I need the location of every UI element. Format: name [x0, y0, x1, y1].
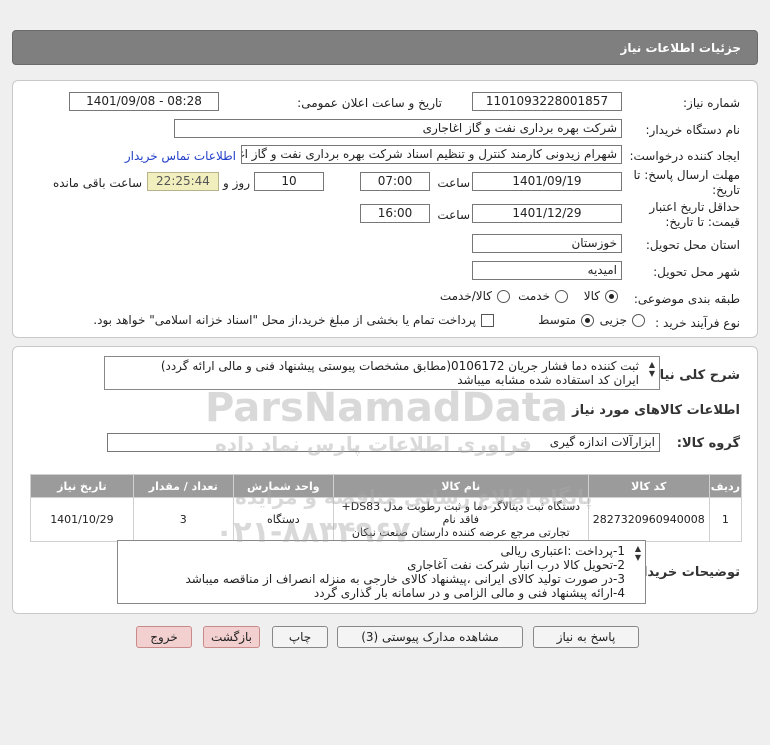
goods-group-field[interactable]: ابزارآلات اندازه گیری	[107, 433, 660, 452]
category-option-goods-service[interactable]: کالا/خدمت	[440, 289, 510, 303]
province-field[interactable]: خوزستان	[472, 234, 622, 253]
col-unit: واحد شمارش	[232, 474, 334, 498]
announce-field[interactable]: 1401/09/08 - 08:28	[69, 92, 219, 111]
buyer-contact-link[interactable]: اطلاعات تماس خریدار	[125, 149, 236, 163]
category-label: طبقه بندی موضوعی:	[633, 292, 740, 306]
view-documents-button[interactable]: مشاهده مدارک پیوستی (3)	[337, 626, 523, 648]
cell-name: دستگاه ثبت دیتالاگر دما و ثبت رطوبت مدل …	[332, 497, 589, 542]
category-goods-label: کالا	[583, 289, 600, 303]
col-code: کد کالا	[587, 474, 710, 498]
announce-label: تاریخ و ساعت اعلان عمومی:	[297, 96, 442, 110]
city-field[interactable]: امیدیه	[472, 261, 622, 280]
validity-time-field[interactable]: 16:00	[360, 204, 430, 223]
deadline-time-field[interactable]: 07:00	[360, 172, 430, 191]
buyer-note-line-4: 4-ارائه پیشنهاد فنی و مالی الزامی و در س…	[313, 586, 625, 600]
back-button[interactable]: بازگشت	[203, 626, 260, 648]
items-table: ردیف کد کالا نام کالا واحد شمارش تعداد /…	[30, 474, 743, 542]
process-option-medium[interactable]: متوسط	[538, 313, 594, 327]
remaining-label: ساعت باقی مانده	[52, 176, 142, 190]
print-button[interactable]: چاپ	[272, 626, 328, 648]
page-title-bar: جزئیات اطلاعات نیاز	[12, 30, 758, 65]
process-minor-label: جزیی	[599, 313, 627, 327]
validity-label-2: قیمت: تا تاریخ:	[665, 215, 740, 229]
radio-goods[interactable]	[605, 289, 618, 303]
province-label: استان محل تحویل:	[645, 238, 740, 252]
col-qty: تعداد / مقدار	[132, 474, 234, 498]
table-row[interactable]: 1 2827320960940008 دستگاه ثبت دیتالاگر د…	[30, 497, 743, 542]
category-goods-service-label: کالا/خدمت	[439, 289, 492, 303]
cell-row: 1	[708, 497, 743, 542]
buyer-field[interactable]: شرکت بهره برداری نفت و گاز اغاجاری	[174, 119, 622, 138]
deadline-label-2: تاریخ:	[712, 183, 740, 197]
category-option-goods[interactable]: کالا	[584, 289, 618, 303]
need-number-field[interactable]: 1101093228001857	[472, 92, 622, 111]
col-name: نام کالا	[332, 474, 589, 498]
cell-code: 2827320960940008	[587, 497, 710, 542]
deadline-date-field[interactable]: 1401/09/19	[472, 172, 622, 191]
city-label: شهر محل تحویل:	[653, 265, 740, 279]
validity-date-field[interactable]: 1401/12/29	[472, 204, 622, 223]
cell-qty: 3	[132, 497, 234, 542]
days-field[interactable]: 10	[254, 172, 324, 191]
category-option-service[interactable]: خدمت	[518, 289, 568, 303]
reply-button[interactable]: پاسخ به نیاز	[533, 626, 639, 648]
notes-scroll-arrows-icon[interactable]: ▲ ▼	[635, 544, 641, 562]
creator-field[interactable]: شهرام زیدونی کارمند کنترل و تنظیم اسناد …	[241, 145, 622, 164]
buyer-note-line-1: 1-پرداخت :اعتباری ریالی	[500, 544, 625, 558]
cell-unit: دستگاه	[232, 497, 334, 542]
goods-section-title: اطلاعات کالاهای مورد نیاز	[572, 403, 740, 418]
creator-label: ایجاد کننده درخواست:	[629, 149, 740, 163]
validity-time-label: ساعت	[437, 208, 470, 222]
cell-name-line-1: دستگاه ثبت دیتالاگر دما و ثبت رطوبت مدل …	[341, 500, 581, 526]
category-service-label: خدمت	[518, 289, 550, 303]
buyer-note-line-2: 2-تحویل کالا درب انبار شرکت نفت آغاجاری	[407, 558, 625, 572]
buyer-notes-textbox[interactable]: 1-پرداخت :اعتباری ریالی 2-تحویل کالا درب…	[117, 540, 646, 604]
radio-medium[interactable]	[581, 313, 594, 327]
remaining-time-field: 22:25:44	[147, 172, 219, 191]
process-option-minor[interactable]: جزیی	[600, 313, 645, 327]
cell-name-line-2: تجارتی مرجع عرضه کننده دارستان صنعت نیکا…	[351, 526, 570, 539]
buyer-notes-label: توضیحات خریدار:	[630, 565, 740, 580]
treasury-checkbox[interactable]	[481, 313, 494, 327]
cell-date: 1401/10/29	[30, 497, 134, 542]
description-textbox[interactable]: ثبت کننده دما فشار جریان 0106172(مطابق م…	[104, 356, 660, 390]
exit-button[interactable]: خروج	[136, 626, 192, 648]
process-medium-label: متوسط	[538, 313, 576, 327]
buyer-note-line-3: 3-در صورت تولید کالای ایرانی ،پیشنهاد کا…	[185, 572, 625, 586]
process-label: نوع فرآیند خرید :	[655, 316, 740, 330]
radio-goods-service[interactable]	[497, 289, 510, 303]
col-date: تاریخ نیاز	[30, 474, 134, 498]
goods-group-label: گروه کالا:	[676, 436, 740, 451]
radio-minor[interactable]	[632, 313, 645, 327]
radio-service[interactable]	[555, 289, 568, 303]
need-number-label: شماره نیاز:	[683, 96, 740, 110]
deadline-label-1: مهلت ارسال پاسخ: تا	[633, 168, 740, 182]
col-row: ردیف	[708, 474, 743, 498]
days-label: روز و	[223, 176, 250, 190]
buyer-label: نام دستگاه خریدار:	[645, 123, 741, 137]
deadline-time-label: ساعت	[437, 176, 470, 190]
validity-label-1: حداقل تاریخ اعتبار	[649, 200, 740, 214]
treasury-checkbox-option[interactable]: پرداخت تمام یا بخشی از مبلغ خرید،از محل …	[93, 313, 494, 327]
description-line-2: ایران کد استفاده شده مشابه میباشد	[457, 373, 639, 387]
scroll-arrows-icon[interactable]: ▲ ▼	[649, 360, 655, 378]
treasury-note: پرداخت تمام یا بخشی از مبلغ خرید،از محل …	[93, 313, 476, 327]
description-line-1: ثبت کننده دما فشار جریان 0106172(مطابق م…	[160, 359, 639, 373]
description-label: شرح کلی نیاز:	[646, 368, 740, 383]
page-title: جزئیات اطلاعات نیاز	[620, 40, 741, 55]
